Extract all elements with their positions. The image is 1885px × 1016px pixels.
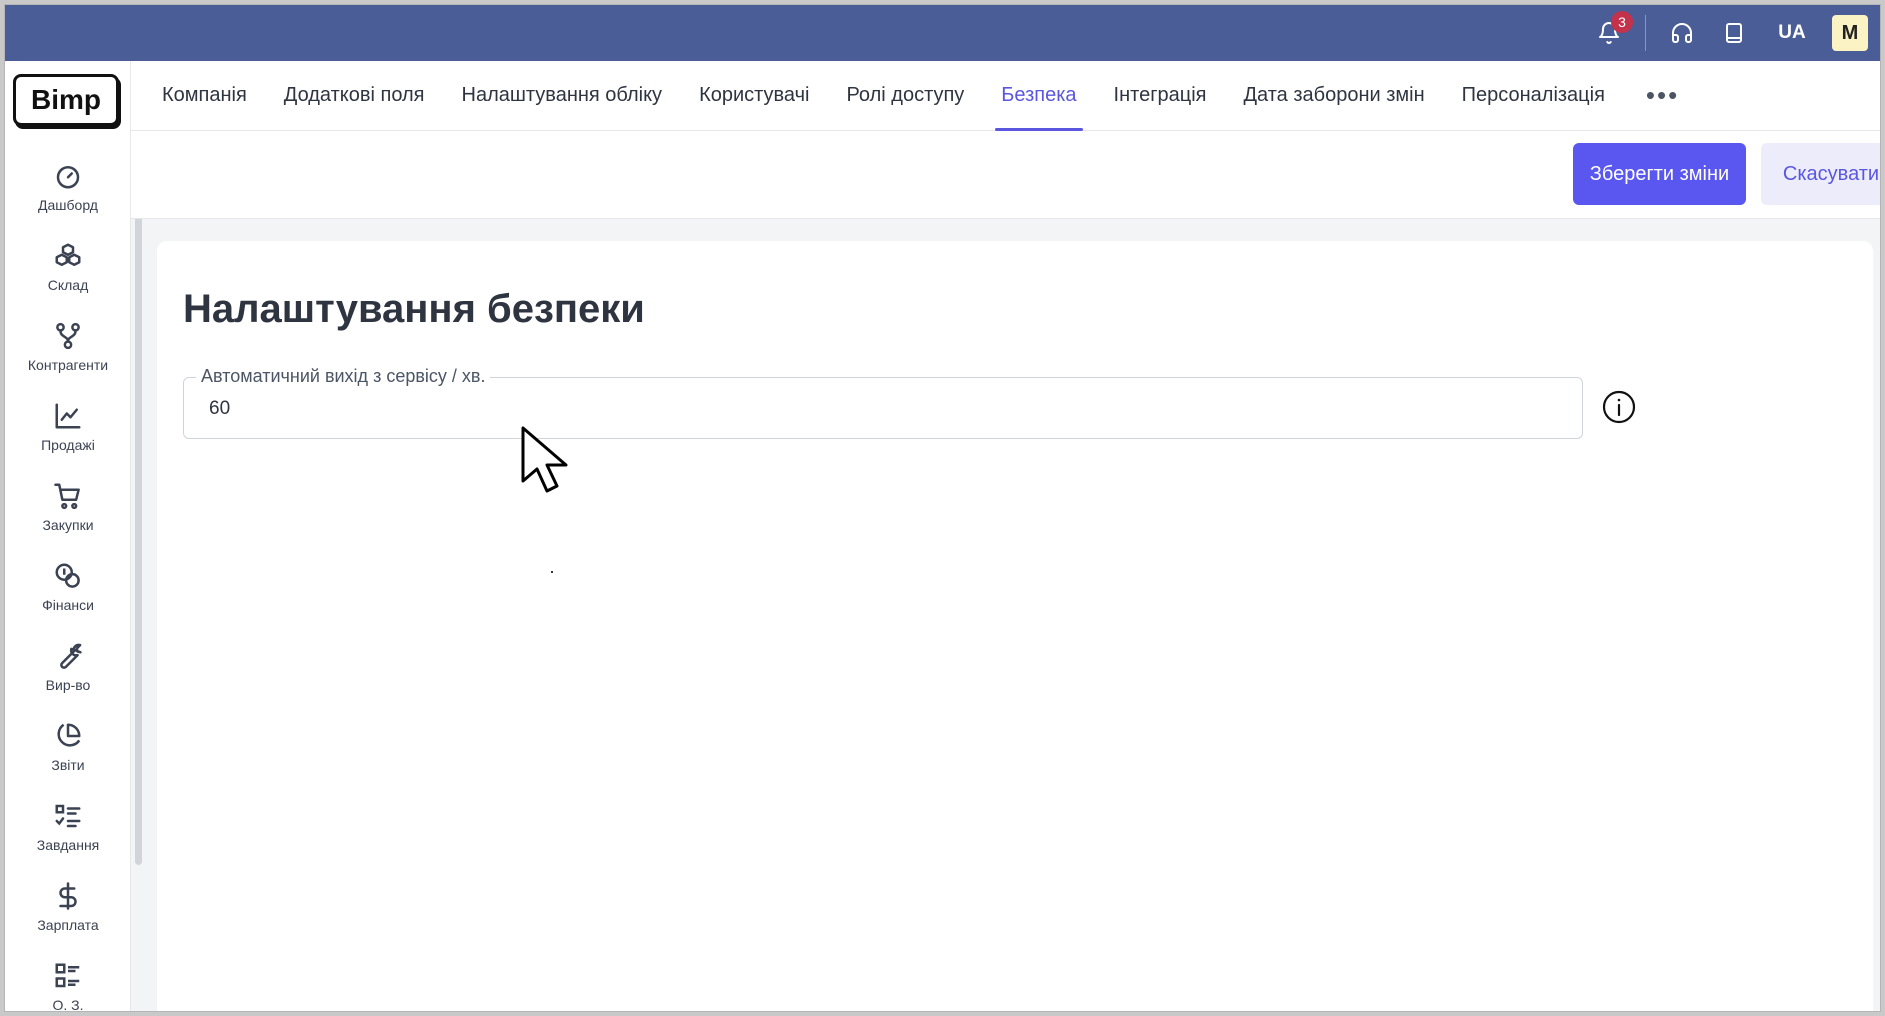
sidebar-item-label: Фінанси bbox=[42, 597, 94, 613]
knowledge-base-button[interactable] bbox=[1708, 5, 1760, 61]
sidebar-scrollbar[interactable] bbox=[135, 175, 142, 865]
auto-logout-input[interactable]: 60 bbox=[209, 398, 230, 420]
list-grid-icon bbox=[55, 963, 80, 988]
sidebar-item-salary[interactable]: Зарплата bbox=[5, 867, 131, 947]
sidebar-item-fixed-assets[interactable]: О. З. bbox=[5, 947, 131, 1012]
tab-company[interactable]: Компанія bbox=[162, 61, 247, 131]
network-icon bbox=[56, 322, 80, 350]
sidebar-item-label: Продажі bbox=[41, 437, 95, 453]
auto-logout-field[interactable]: Автоматичний вихід з сервісу / хв. 60 bbox=[183, 366, 1583, 439]
tab-accounting-settings[interactable]: Налаштування обліку bbox=[462, 61, 663, 131]
sidebar-item-label: Зарплата bbox=[37, 917, 99, 933]
sidebar-item-dashboard[interactable]: Дашборд bbox=[5, 147, 131, 227]
cancel-button[interactable]: Скасувати bbox=[1761, 143, 1880, 205]
sidebar-item-reports[interactable]: Звіти bbox=[5, 707, 131, 787]
language-switch[interactable]: UA bbox=[1760, 22, 1824, 44]
avatar[interactable]: M bbox=[1832, 15, 1868, 51]
action-bar: Зберегти зміни Скасувати bbox=[131, 131, 1880, 219]
auto-logout-label: Автоматичний вихід з сервісу / хв. bbox=[196, 366, 491, 387]
top-bar: 3 UA M bbox=[5, 5, 1880, 61]
stray-dot bbox=[551, 571, 553, 573]
pie-chart-icon bbox=[57, 723, 81, 747]
tab-users[interactable]: Користувачі bbox=[699, 61, 809, 131]
sidebar-item-label: О. З. bbox=[52, 997, 84, 1012]
sidebar-item-production[interactable]: Вир-во bbox=[5, 627, 131, 707]
save-button[interactable]: Зберегти зміни bbox=[1573, 143, 1746, 205]
notification-badge: 3 bbox=[1611, 11, 1633, 33]
speedometer-icon bbox=[56, 166, 80, 189]
tab-integration[interactable]: Інтеграція bbox=[1114, 61, 1207, 131]
wrench-icon bbox=[60, 643, 82, 669]
sidebar-item-label: Завдання bbox=[36, 837, 100, 853]
tab-additional-fields[interactable]: Додаткові поля bbox=[284, 61, 425, 131]
more-tabs-icon[interactable]: ••• bbox=[1646, 80, 1679, 111]
checklist-icon bbox=[55, 804, 81, 828]
tab-access-roles[interactable]: Ролі доступу bbox=[846, 61, 964, 131]
sidebar-item-purchases[interactable]: Закупки bbox=[5, 467, 131, 547]
tab-personalization[interactable]: Персоналізація bbox=[1462, 61, 1605, 131]
sidebar-item-label: Дашборд bbox=[38, 197, 98, 213]
page-title: Налаштування безпеки bbox=[183, 287, 645, 331]
tab-change-lock-date[interactable]: Дата заборони змін bbox=[1243, 61, 1424, 131]
sidebar-item-sales[interactable]: Продажі bbox=[5, 387, 131, 467]
settings-tabs: Компанія Додаткові поля Налаштування обл… bbox=[131, 61, 1880, 131]
sidebar-item-warehouse[interactable]: Склад bbox=[5, 227, 131, 307]
book-icon bbox=[1726, 23, 1742, 43]
notifications-button[interactable]: 3 bbox=[1583, 5, 1635, 61]
divider bbox=[1645, 15, 1646, 51]
sidebar-item-label: Склад bbox=[47, 277, 89, 293]
sidebar-item-label: Закупки bbox=[42, 517, 94, 533]
headset-icon bbox=[1672, 23, 1692, 43]
tab-security[interactable]: Безпека bbox=[995, 61, 1083, 131]
sidebar-item-label: Вир-во bbox=[45, 677, 91, 693]
mouse-cursor-icon bbox=[521, 426, 568, 493]
info-icon[interactable] bbox=[1601, 389, 1637, 425]
sidebar-item-finance[interactable]: Фінанси bbox=[5, 547, 131, 627]
line-chart-icon bbox=[55, 403, 81, 429]
support-button[interactable] bbox=[1656, 5, 1708, 61]
cart-icon bbox=[54, 483, 80, 510]
coins-icon bbox=[55, 563, 80, 588]
security-settings-card: Налаштування безпеки Автоматичний вихід … bbox=[157, 241, 1873, 1011]
sidebar-item-tasks[interactable]: Завдання bbox=[5, 787, 131, 867]
sidebar-item-label: Звіти bbox=[51, 757, 85, 773]
app-window: 3 UA M Bimp Дашборд Склад Контрагенти Пр… bbox=[4, 4, 1881, 1012]
logo[interactable]: Bimp bbox=[13, 74, 119, 126]
boxes-icon bbox=[55, 243, 81, 266]
sidebar: Bimp Дашборд Склад Контрагенти Продажі З… bbox=[5, 61, 131, 1011]
sidebar-item-label: Контрагенти bbox=[27, 357, 109, 373]
dollar-icon bbox=[59, 882, 77, 910]
sidebar-item-contractors[interactable]: Контрагенти bbox=[5, 307, 131, 387]
